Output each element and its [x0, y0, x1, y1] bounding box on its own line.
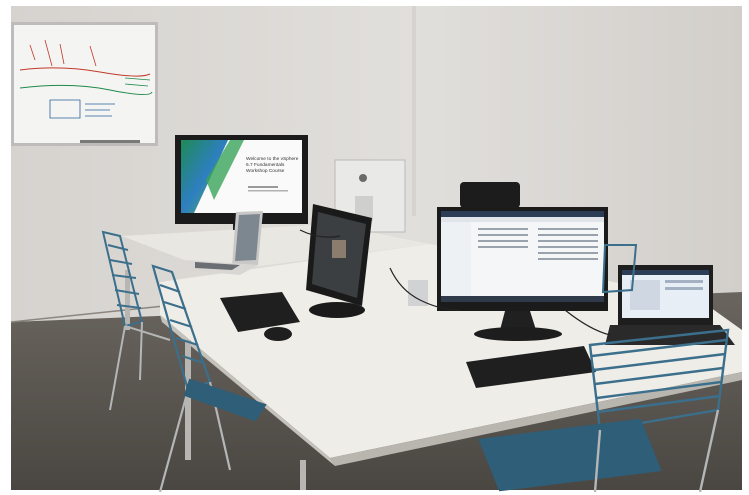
mouse-left — [264, 327, 292, 341]
slide-title-line1: Welcome to the vSphere — [246, 156, 299, 162]
photo-scene: Welcome to the vSphere 6.7 Fundamentals … — [0, 0, 749, 495]
chair-back — [460, 182, 520, 208]
whiteboard — [11, 22, 158, 146]
slide-title-line3: Workshop Course — [246, 168, 285, 174]
slide-title-line2: 6.7 Fundamentals — [246, 162, 285, 168]
